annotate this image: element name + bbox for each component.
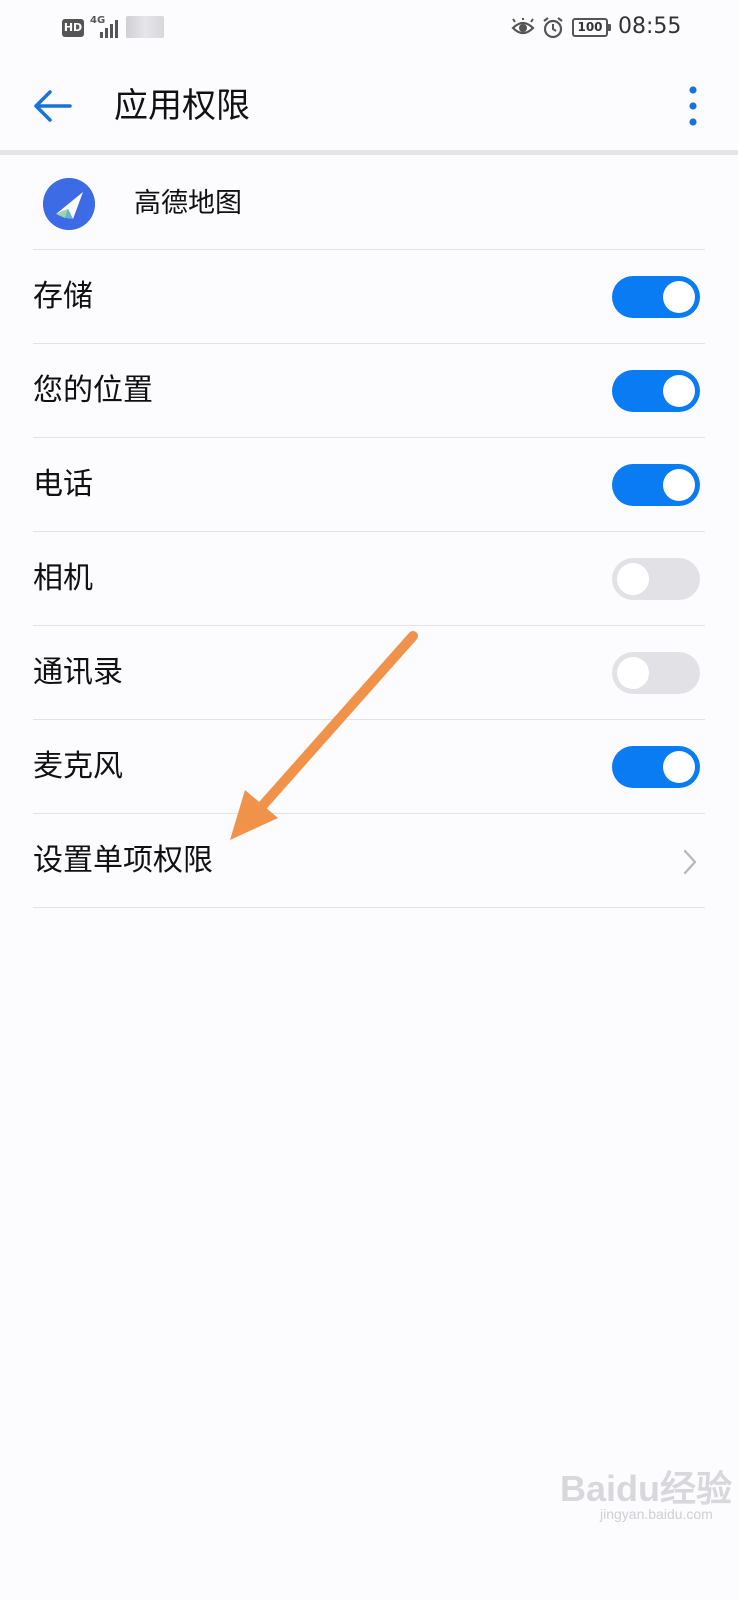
annotation-arrow: [230, 631, 418, 840]
baidu-watermark-url: jingyan.baidu.com: [600, 1506, 713, 1522]
baidu-watermark-logo: Baidu经验: [560, 1468, 733, 1509]
